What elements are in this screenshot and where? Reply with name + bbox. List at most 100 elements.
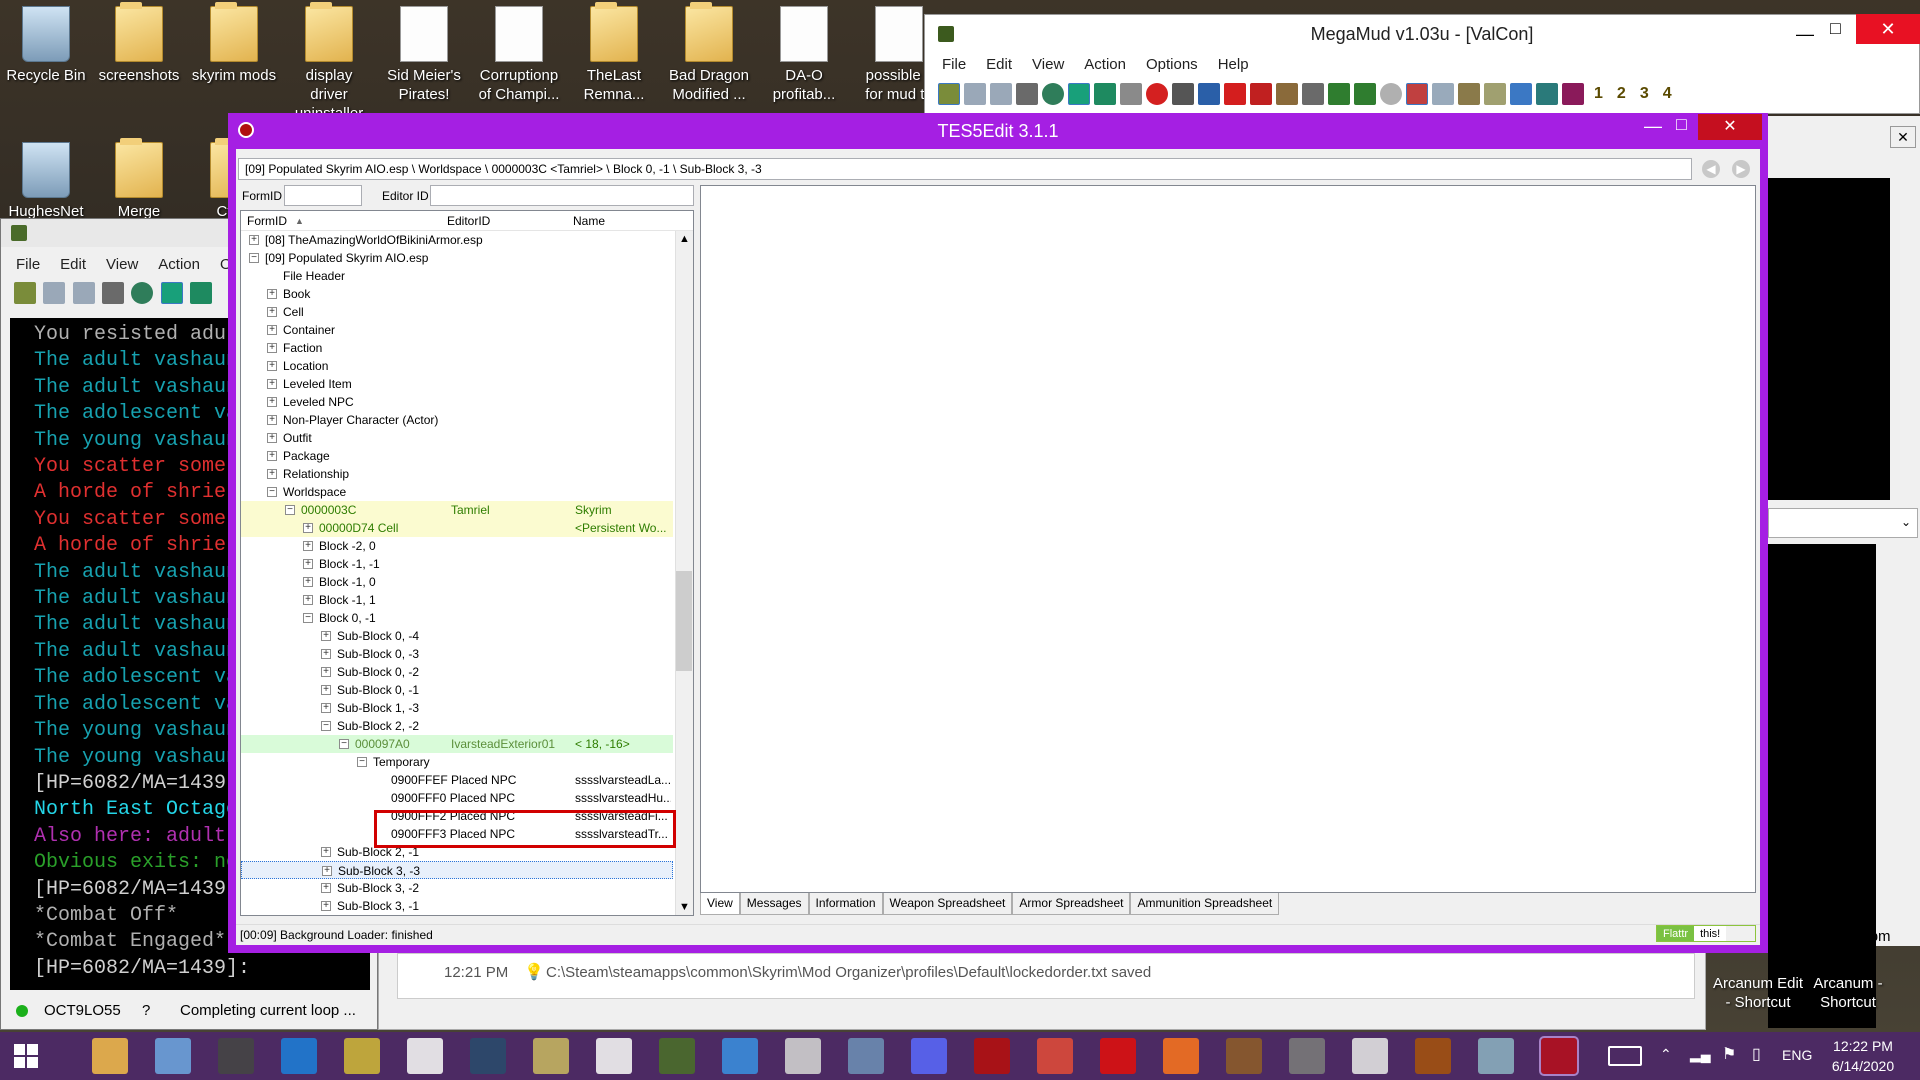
control-panel-icon[interactable] [155,1038,191,1074]
expand-icon[interactable]: + [321,631,331,641]
tree-row[interactable]: 0900FFEF Placed NPC sssslvarsteadLa... [241,771,673,789]
collapse-icon[interactable]: − [249,253,259,263]
expand-icon[interactable]: + [321,847,331,857]
desktop-icon[interactable]: Merge [95,138,183,221]
desktop-shortcut[interactable]: Arcanum Edit - Shortcut [1710,974,1806,1012]
desktop-icon[interactable]: Recycle Bin [2,6,90,85]
column-formid[interactable]: FormID [247,211,287,231]
stop-icon[interactable] [1146,83,1168,105]
party-icon[interactable] [1354,83,1376,105]
copy-icon[interactable] [964,83,986,105]
menu-item[interactable]: View [1022,56,1074,73]
tree-row[interactable]: + Sub-Block 0, -1 [241,681,673,699]
desktop-icon[interactable]: Sid Meier's Pirates! [380,6,468,104]
tree-row[interactable]: + Block -2, 0 [241,537,673,555]
tab-messages[interactable]: Messages [739,893,809,915]
desktop-icon[interactable]: skyrim mods [190,2,278,85]
tree-row[interactable]: + Block -1, 1 [241,591,673,609]
formid-filter-input[interactable] [284,185,362,206]
tree-row[interactable]: + Location [241,357,673,375]
tree-row[interactable]: + Cell [241,303,673,321]
tree-row[interactable]: + Sub-Block 1, -3 [241,699,673,717]
megamud-icon[interactable] [659,1038,695,1074]
bluetooth-icon[interactable] [722,1038,758,1074]
connect-icon[interactable] [938,83,960,105]
tree-row[interactable]: + Sub-Block 3, -2 [241,879,673,897]
tree-row[interactable]: −000097A0 IvarsteadExterior01 < 18, -16> [241,735,673,753]
tray-up-icon[interactable]: ⌃ [1660,1046,1672,1063]
expand-icon[interactable]: + [321,667,331,677]
maximize-icon[interactable]: □ [1676,114,1687,135]
tree-row[interactable]: + Block -1, 0 [241,573,673,591]
scroll-thumb[interactable] [676,571,692,671]
collapse-icon[interactable]: − [285,505,295,515]
game-icon[interactable] [974,1038,1010,1074]
paste-icon[interactable] [72,282,95,304]
expand-icon[interactable]: + [267,469,277,479]
map-icon[interactable] [1016,83,1038,105]
desktop-icon[interactable]: DA-O profitab... [760,6,848,104]
close-icon[interactable]: ✕ [1856,14,1920,44]
side-dropdown[interactable]: ⌄ [1768,508,1918,538]
player-icon[interactable] [1328,83,1350,105]
mod-organizer-icon[interactable] [596,1038,632,1074]
collapse-icon[interactable]: − [303,613,313,623]
paste-icon[interactable] [990,83,1012,105]
sound-icon[interactable] [1510,83,1532,105]
session-button[interactable]: 2 [1617,85,1626,103]
tree-row[interactable]: + Leveled NPC [241,393,673,411]
expand-icon[interactable]: + [267,361,277,371]
expand-icon[interactable]: + [303,523,313,533]
expand-icon[interactable]: + [303,541,313,551]
clock-date[interactable]: 6/14/2020 [1818,1058,1908,1074]
tree-row[interactable]: + [08] TheAmazingWorldOfBikiniArmor.esp [241,231,673,249]
path-icon[interactable] [1068,83,1090,105]
collapse-icon[interactable]: − [357,757,367,767]
tree-row[interactable]: + Book [241,285,673,303]
notes-icon[interactable] [1484,83,1506,105]
session-button[interactable]: 3 [1640,85,1649,103]
collapse-icon[interactable]: − [267,487,277,497]
record-view-pane[interactable] [700,185,1756,893]
network-icon[interactable]: ▂▄ [1690,1046,1711,1063]
tab-information[interactable]: Information [808,893,883,915]
search-icon[interactable] [1380,83,1402,105]
menu-item[interactable]: Edit [976,56,1022,73]
tab-ammunition-spreadsheet[interactable]: Ammunition Spreadsheet [1130,893,1280,915]
tree-row[interactable]: + Sub-Block 0, -2 [241,663,673,681]
run-icon[interactable] [1120,83,1142,105]
minimize-icon[interactable]: — [1796,24,1814,45]
scroll-up-icon[interactable]: ▲ [679,233,690,245]
media-player-icon[interactable] [218,1038,254,1074]
expand-icon[interactable]: + [267,415,277,425]
expand-icon[interactable]: + [321,901,331,911]
book-icon[interactable] [1562,83,1584,105]
internet-explorer-icon[interactable] [281,1038,317,1074]
desktop-icon[interactable]: display driveruninstaller [285,2,373,123]
globe-icon[interactable] [131,282,154,304]
door-icon[interactable] [1172,83,1194,105]
expand-icon[interactable]: + [249,235,259,245]
notepad-icon[interactable] [1478,1038,1514,1074]
tree-row[interactable]: + Faction [241,339,673,357]
collapse-icon[interactable]: − [339,739,349,749]
expand-icon[interactable]: + [267,379,277,389]
expand-icon[interactable]: + [267,451,277,461]
tree-row[interactable]: − [09] Populated Skyrim AIO.esp [241,249,673,267]
chat-icon[interactable] [1458,83,1480,105]
close-icon[interactable]: ✕ [1890,126,1916,148]
opera-icon[interactable] [1100,1038,1136,1074]
gear-icon[interactable] [1302,83,1324,105]
editorid-filter-input[interactable] [430,185,694,206]
expand-icon[interactable]: + [321,883,331,893]
menu-item[interactable]: Action [148,256,210,273]
tab-armor-spreadsheet[interactable]: Armor Spreadsheet [1012,893,1131,915]
maximize-icon[interactable]: □ [1830,18,1841,39]
game-launcher-icon[interactable] [1415,1038,1451,1074]
heal-icon[interactable] [1224,83,1246,105]
tree-row[interactable]: + Sub-Block 3, -1 [241,897,673,915]
collapse-icon[interactable]: − [321,721,331,731]
menu-item[interactable]: File [6,256,50,273]
copy-icon[interactable] [43,282,66,304]
expand-icon[interactable]: + [267,343,277,353]
